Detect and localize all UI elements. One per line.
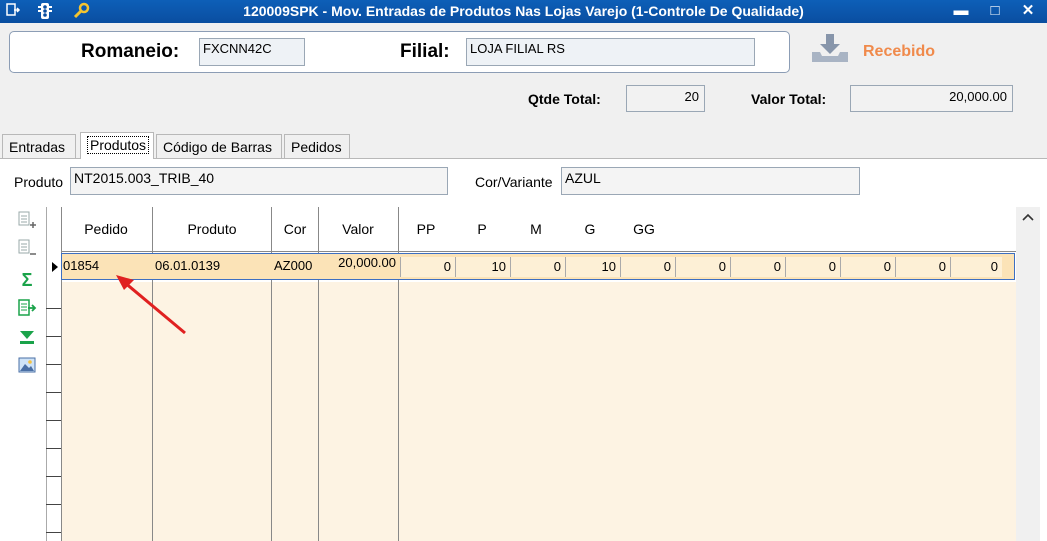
annotation-arrow-icon <box>116 275 186 335</box>
export-icon[interactable] <box>16 298 38 320</box>
row-indicator-line <box>46 532 61 533</box>
valor-total-label: Valor Total: <box>751 91 827 107</box>
romaneio-field[interactable]: FXCNN42C <box>199 38 305 66</box>
vertical-scrollbar[interactable] <box>1016 207 1040 541</box>
tab-entradas[interactable]: Entradas <box>2 134 76 158</box>
cell-size-7[interactable]: 0 <box>730 257 785 277</box>
cell-size-11[interactable]: 0 <box>950 257 1002 277</box>
cell-size-6[interactable]: 0 <box>675 257 730 277</box>
cell-size-pp[interactable]: 0 <box>400 257 455 277</box>
current-row-indicator-icon <box>52 262 58 272</box>
tab-produtos[interactable]: Produtos <box>80 132 154 159</box>
close-button[interactable]: ✕ <box>1015 1 1041 21</box>
remove-row-icon[interactable] <box>16 238 38 260</box>
recebido-label: Recebido <box>863 43 936 60</box>
row-indicator-line <box>46 336 61 337</box>
col-header-gg[interactable]: GG <box>628 221 660 237</box>
filial-label: Filial: <box>400 41 450 62</box>
qtde-total-field: 20 <box>626 85 705 112</box>
tab-codigo-barras[interactable]: Código de Barras <box>156 134 282 158</box>
cell-pedido[interactable]: 01854 <box>63 258 99 273</box>
sum-icon[interactable]: Σ <box>16 269 38 291</box>
col-header-g[interactable]: G <box>576 221 604 237</box>
maximize-button[interactable]: □ <box>982 1 1008 21</box>
produto-field[interactable]: NT2015.003_TRIB_40 <box>70 167 448 195</box>
scroll-up-icon[interactable] <box>1016 207 1040 227</box>
qtde-total-label: Qtde Total: <box>528 91 601 107</box>
image-icon[interactable] <box>16 355 38 377</box>
window-title: 120009SPK - Mov. Entradas de Produtos Na… <box>243 3 804 19</box>
filial-field[interactable]: LOJA FILIAL RS <box>466 38 755 66</box>
cell-size-10[interactable]: 0 <box>895 257 950 277</box>
col-header-valor[interactable]: Valor <box>320 221 396 237</box>
cell-valor[interactable]: 20,000.00 <box>322 255 396 270</box>
row-indicator-line <box>46 420 61 421</box>
cell-size-m[interactable]: 0 <box>510 257 565 277</box>
cell-size-p[interactable]: 10 <box>455 257 510 277</box>
minimize-button[interactable]: ▬ <box>948 1 974 21</box>
recebido-status[interactable]: Recebido <box>808 32 968 72</box>
romaneio-label: Romaneio: <box>81 41 180 62</box>
row-indicator-line <box>46 504 61 505</box>
add-row-icon[interactable] <box>16 210 38 232</box>
grid-body <box>61 282 1016 541</box>
tab-pedidos[interactable]: Pedidos <box>284 134 350 158</box>
produto-label: Produto <box>14 174 64 190</box>
download-tray-icon <box>812 34 848 62</box>
expand-down-icon[interactable] <box>16 327 38 349</box>
row-indicator-line <box>46 308 61 309</box>
row-indicator-line <box>46 364 61 365</box>
col-header-pp[interactable]: PP <box>410 221 442 237</box>
cell-size-g[interactable]: 10 <box>565 257 620 277</box>
grid-header-line <box>61 251 1016 252</box>
cell-size-9[interactable]: 0 <box>840 257 895 277</box>
cell-cor[interactable]: AZ000 <box>274 258 312 273</box>
col-header-p[interactable]: P <box>468 221 496 237</box>
cor-variante-field[interactable]: AZUL <box>561 167 860 195</box>
row-indicator-line <box>46 476 61 477</box>
cell-size-gg[interactable]: 0 <box>620 257 675 277</box>
title-bar: 120009SPK - Mov. Entradas de Produtos Na… <box>0 0 1047 23</box>
col-header-pedido[interactable]: Pedido <box>66 221 146 237</box>
col-header-m[interactable]: M <box>522 221 550 237</box>
valor-total-field: 20,000.00 <box>850 85 1013 112</box>
tab-strip: Entradas Produtos Código de Barras Pedid… <box>0 132 1047 159</box>
cell-size-8[interactable]: 0 <box>785 257 840 277</box>
row-indicator-line <box>46 392 61 393</box>
row-indicator-line <box>46 448 61 449</box>
col-header-produto[interactable]: Produto <box>157 221 267 237</box>
cor-variante-label: Cor/Variante <box>475 174 553 190</box>
col-header-cor[interactable]: Cor <box>273 221 317 237</box>
